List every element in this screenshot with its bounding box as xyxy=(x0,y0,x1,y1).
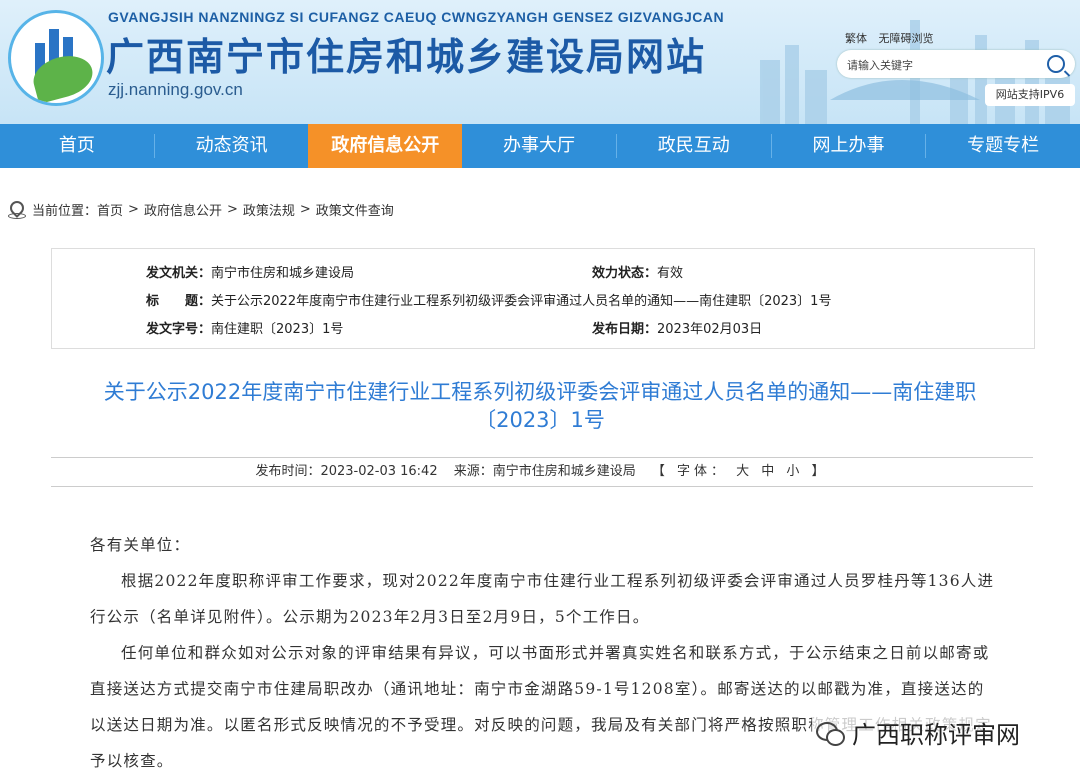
article-source: 来源：南宁市住房和城乡建设局 xyxy=(453,464,636,479)
location-pin-icon xyxy=(8,201,26,219)
ipv6-badge: 网站支持IPV6 xyxy=(985,84,1075,106)
publish-time: 发布时间：2023-02-03 16:42 xyxy=(255,464,438,479)
date-value: 2023年02月03日 xyxy=(657,322,763,337)
breadcrumb: 当前位置： 首页 > 政府信息公开 > 政策法规 > 政策文件查询 xyxy=(8,200,394,219)
nav-item-service-hall[interactable]: 办事大厅 xyxy=(462,124,616,168)
font-size-switcher[interactable]: 【 字体： 大 中 小 】 xyxy=(652,464,829,479)
nav-item-news[interactable]: 动态资讯 xyxy=(155,124,309,168)
breadcrumb-label: 当前位置： xyxy=(32,204,98,219)
title-row: 标 题：关于公示2022年度南宁市住建行业工程系列初级评委会评审通过人员名单的通… xyxy=(146,294,832,309)
nav-item-special-topics[interactable]: 专题专栏 xyxy=(926,124,1080,168)
docno-row: 发文字号：南住建职〔2023〕1号 xyxy=(146,322,344,337)
breadcrumb-policy-search[interactable]: 政策文件查询 xyxy=(316,200,394,219)
salutation: 各有关单位： xyxy=(90,536,191,554)
site-domain: zjj.nanning.gov.cn xyxy=(108,80,243,99)
site-logo[interactable] xyxy=(8,10,104,106)
status-row: 效力状态：有效 xyxy=(592,266,684,281)
title-value: 关于公示2022年度南宁市住建行业工程系列初级评委会评审通过人员名单的通知——南… xyxy=(211,294,832,309)
site-title: 广西南宁市住房和城乡建设局网站 xyxy=(106,35,707,79)
breadcrumb-gov-info[interactable]: 政府信息公开 xyxy=(144,200,222,219)
watermark-text: 广西职称评审网 xyxy=(852,721,1020,749)
paragraph-2: 任何单位和群众如对公示对象的评审结果有异议，可以书面形式并署真实姓名和联系方式，… xyxy=(90,644,992,770)
paragraph-1: 根据2022年度职称评审工作要求，现对2022年度南宁市住建行业工程系列初级评委… xyxy=(90,572,995,626)
article-meta: 发布时间：2023-02-03 16:42 来源：南宁市住房和城乡建设局 【 字… xyxy=(51,457,1033,487)
nav-item-interaction[interactable]: 政民互动 xyxy=(617,124,771,168)
nav-item-home[interactable]: 首页 xyxy=(0,124,154,168)
main-nav: 首页 动态资讯 政府信息公开 办事大厅 政民互动 网上办事 专题专栏 xyxy=(0,124,1080,168)
issuer-row: 发文机关：南宁市住房和城乡建设局 xyxy=(146,266,355,281)
wechat-icon xyxy=(816,720,846,746)
docno-value: 南住建职〔2023〕1号 xyxy=(211,322,344,337)
search-box[interactable]: 请输入关键字 xyxy=(837,50,1075,78)
nav-item-gov-info[interactable]: 政府信息公开 xyxy=(308,124,463,168)
wechat-watermark: 广西职称评审网 xyxy=(812,715,1024,750)
site-title-pinyin: GVANGJSIH NANZNINGZ SI CUFANGZ CAEUQ CWN… xyxy=(108,9,725,25)
breadcrumb-policy[interactable]: 政策法规 xyxy=(243,200,295,219)
article-title: 关于公示2022年度南宁市住建行业工程系列初级评委会评审通过人员名单的通知——南… xyxy=(103,380,977,432)
top-links: 繁体 无障碍浏览 xyxy=(845,30,942,46)
issuer-value: 南宁市住房和城乡建设局 xyxy=(211,266,355,281)
search-input[interactable]: 请输入关键字 xyxy=(847,57,913,73)
traditional-chinese-link[interactable]: 繁体 xyxy=(845,32,867,45)
accessibility-link[interactable]: 无障碍浏览 xyxy=(879,32,934,45)
nav-item-online-service[interactable]: 网上办事 xyxy=(772,124,926,168)
site-header: GVANGJSIH NANZNINGZ SI CUFANGZ CAEUQ CWN… xyxy=(0,0,1080,124)
breadcrumb-home[interactable]: 首页 xyxy=(97,200,123,219)
document-info-box: 发文机关：南宁市住房和城乡建设局 效力状态：有效 标 题：关于公示2022年度南… xyxy=(51,248,1035,349)
status-value: 有效 xyxy=(657,266,684,281)
date-row: 发布日期：2023年02月03日 xyxy=(592,322,763,337)
search-icon[interactable] xyxy=(1047,55,1065,73)
